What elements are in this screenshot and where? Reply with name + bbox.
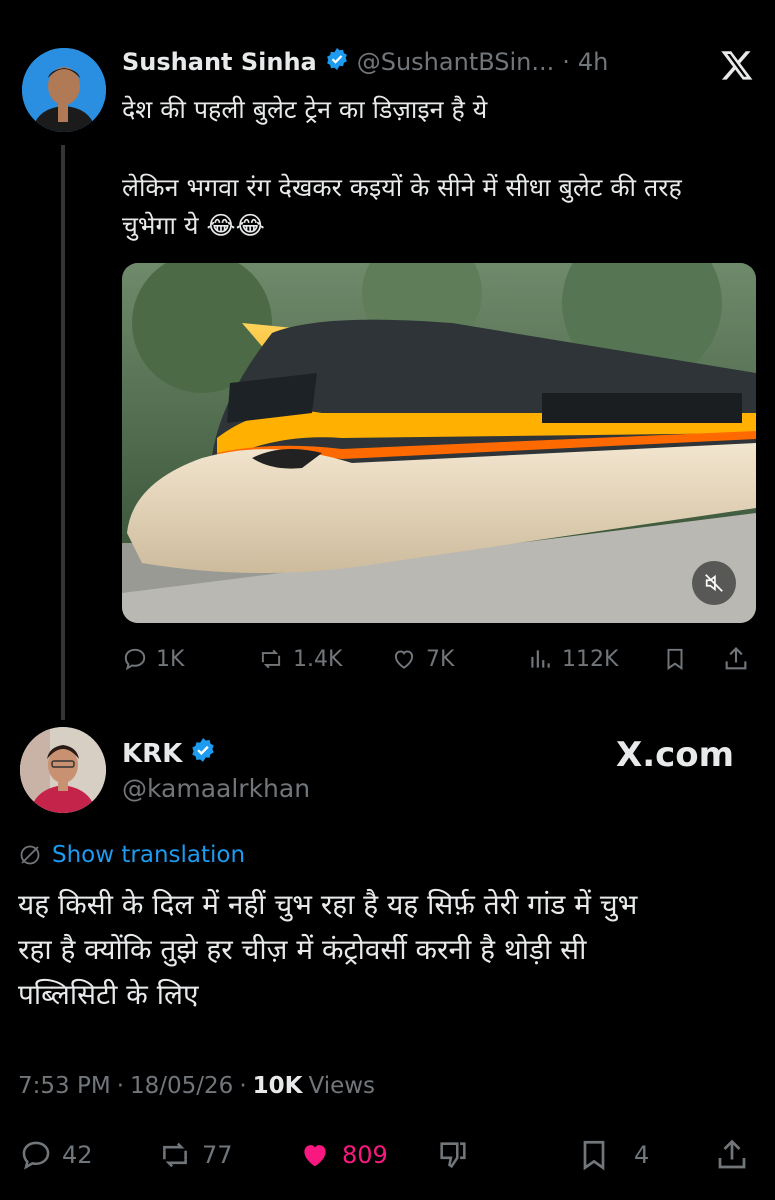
like-count: 809 (342, 1141, 388, 1169)
heart-icon (394, 650, 414, 669)
quoted-tweet-actions: 1K 1.4K 7K 112K (122, 642, 756, 676)
translate-globe-icon (20, 845, 40, 865)
verified-badge-icon (190, 737, 216, 770)
retweet-icon (261, 649, 281, 669)
like-button[interactable]: 7K (390, 646, 454, 672)
main-tweet-header: KRK (122, 737, 216, 770)
heart-filled-icon (304, 1145, 326, 1167)
timestamp[interactable]: 4h (578, 48, 608, 76)
show-translation-link[interactable]: Show translation (18, 842, 245, 868)
main-tweet-line3: पब्लिसिटी के लिए (18, 978, 199, 1011)
main-tweet-actions: 42 77 809 4 (18, 1135, 758, 1175)
retweet-button[interactable]: 1.4K (257, 646, 342, 672)
reply-button[interactable]: 1K (122, 646, 184, 672)
author-name[interactable]: KRK (122, 739, 182, 769)
thread-line (61, 145, 65, 720)
author-handle[interactable]: @kamaalrkhan (122, 774, 310, 803)
meta-sep-2: · (239, 1073, 247, 1099)
separator-dot: · (562, 48, 570, 76)
views-icon (531, 650, 550, 668)
share-button[interactable] (722, 645, 750, 673)
share-button[interactable] (714, 1137, 750, 1173)
views-label: Views (308, 1073, 376, 1099)
reply-count: 1K (156, 646, 185, 672)
muted-speaker-icon[interactable] (692, 561, 736, 605)
train-image[interactable] (122, 263, 756, 623)
views-count: 10K (252, 1073, 303, 1099)
quoted-tweet-line3: चुभेगा ये 😂😂 (122, 211, 265, 240)
retweet-button[interactable]: 77 (156, 1138, 233, 1172)
like-button[interactable]: 809 (296, 1138, 388, 1172)
views-count: 112K (562, 646, 619, 672)
x-logo-icon[interactable] (720, 48, 754, 82)
tweet-time[interactable]: 7:53 PM (18, 1073, 111, 1099)
verified-badge-icon (325, 47, 349, 77)
author-handle[interactable]: @SushantBSin... (357, 48, 555, 76)
dislike-button[interactable] (436, 1138, 470, 1172)
views-button[interactable]: 112K (526, 646, 618, 672)
tweet-meta: 7:53 PM · 18/05/26 · 10K Views (18, 1073, 375, 1099)
retweet-icon (163, 1142, 187, 1168)
author-name[interactable]: Sushant Sinha (122, 48, 317, 76)
main-tweet-line2: रहा है क्योंकि तुझे हर चीज़ में कंट्रोवर… (18, 933, 587, 966)
reply-icon (22, 1141, 50, 1170)
quoted-tweet-line1: देश की पहली बुलेट ट्रेन का डिज़ाइन है ये (122, 95, 488, 124)
retweet-count: 1.4K (293, 646, 343, 672)
quoted-tweet-header: Sushant Sinha @SushantBSin... · 4h (122, 45, 608, 79)
bookmark-count: 4 (634, 1141, 650, 1169)
avatar-krk[interactable] (20, 727, 106, 813)
reply-icon (124, 648, 146, 671)
bookmark-button[interactable]: 4 (576, 1137, 649, 1173)
reply-count: 42 (62, 1141, 93, 1169)
bookmark-icon (667, 648, 683, 671)
bookmark-button[interactable] (662, 645, 688, 673)
thumbs-down-icon (440, 1142, 466, 1169)
show-translation-label: Show translation (52, 842, 246, 868)
like-count: 7K (426, 646, 455, 672)
meta-sep-1: · (116, 1073, 124, 1099)
main-tweet-line1: यह किसी के दिल में नहीं चुभ रहा है यह सि… (18, 888, 638, 921)
share-icon (718, 1139, 746, 1169)
reply-button[interactable]: 42 (18, 1138, 93, 1172)
tweet-date[interactable]: 18/05/26 (130, 1073, 233, 1099)
watermark-x-com: X.com (616, 735, 735, 775)
share-icon (725, 647, 747, 670)
retweet-count: 77 (202, 1141, 233, 1169)
avatar-sushant[interactable] (22, 48, 106, 132)
bookmark-icon (583, 1140, 605, 1171)
quoted-tweet-line2: लेकिन भगवा रंग देखकर कइयों के सीने में स… (122, 173, 682, 202)
